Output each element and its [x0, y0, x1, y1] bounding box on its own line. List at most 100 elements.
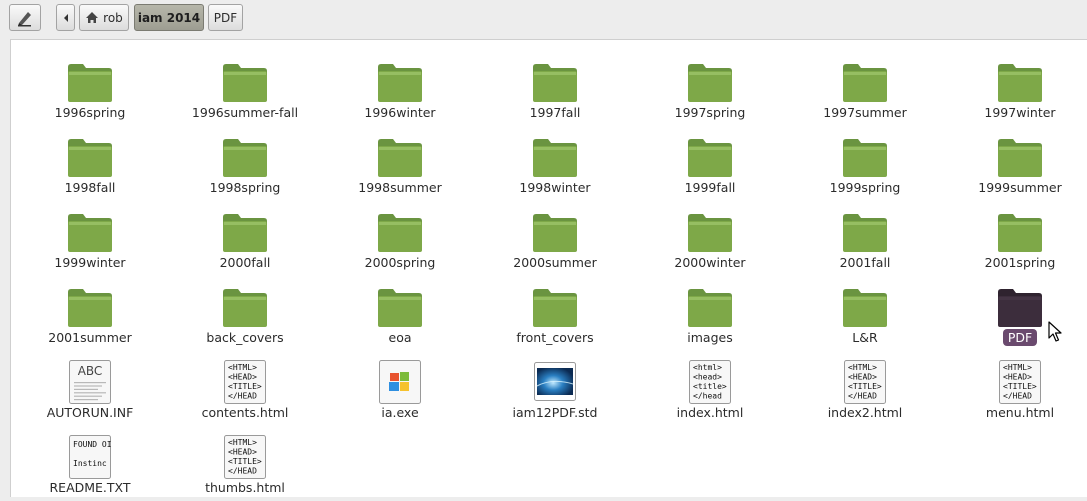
folder-item-1998spring[interactable]: 1998spring	[170, 129, 320, 201]
folder-item-1997spring[interactable]: 1997spring	[635, 54, 785, 126]
item-icon	[687, 210, 733, 254]
file-item-index2-html[interactable]: <HTML> <HEAD> <TITLE> </HEAD index2.html	[790, 354, 940, 426]
folder-item-1997winter[interactable]: 1997winter	[945, 54, 1087, 126]
file-item-iam12pdf-std[interactable]: iam12PDF.std	[480, 354, 630, 426]
item-icon	[67, 135, 113, 179]
item-label: 1997summer	[823, 105, 907, 120]
item-icon	[377, 60, 423, 104]
item-icon	[222, 135, 268, 179]
folder-item-1998fall[interactable]: 1998fall	[15, 129, 165, 201]
folder-item-2000summer[interactable]: 2000summer	[480, 204, 630, 276]
item-label: 1997spring	[674, 105, 746, 120]
item-label: 1997fall	[529, 105, 581, 120]
item-label: 1996spring	[54, 105, 126, 120]
svg-text:<HTML>: <HTML>	[228, 363, 257, 372]
folder-item-eoa[interactable]: eoa	[325, 279, 475, 351]
item-icon	[532, 360, 578, 404]
folder-item-1996summer-fall[interactable]: 1996summer-fall	[170, 54, 320, 126]
folder-item-1998summer[interactable]: 1998summer	[325, 129, 475, 201]
folder-item-2000spring[interactable]: 2000spring	[325, 204, 475, 276]
item-label: 1999fall	[684, 180, 736, 195]
item-label: menu.html	[985, 405, 1055, 420]
pencil-icon	[18, 11, 31, 26]
svg-text:<TITLE>: <TITLE>	[848, 382, 882, 391]
item-label: PDF	[945, 329, 1087, 346]
breadcrumb-rob[interactable]: rob	[79, 4, 129, 31]
item-icon: <HTML> <HEAD> <TITLE> </HEAD	[222, 360, 268, 404]
folder-icon	[68, 214, 112, 252]
item-icon	[687, 60, 733, 104]
item-icon	[997, 285, 1043, 329]
svg-text:<HEAD>: <HEAD>	[228, 373, 257, 382]
file-item-readme-txt[interactable]: FOUND OI Instinc README.TXT	[15, 429, 165, 501]
path-back-button[interactable]	[56, 4, 75, 31]
folder-item-pdf[interactable]: PDF	[945, 279, 1087, 351]
item-icon	[222, 285, 268, 329]
folder-item-2001spring[interactable]: 2001spring	[945, 204, 1087, 276]
folder-item-1999fall[interactable]: 1999fall	[635, 129, 785, 201]
left-arrow-icon	[63, 13, 68, 22]
svg-text:</head: </head	[693, 392, 722, 401]
folder-item-1999spring[interactable]: 1999spring	[790, 129, 940, 201]
item-icon	[842, 210, 888, 254]
item-icon	[67, 285, 113, 329]
folder-item-1996spring[interactable]: 1996spring	[15, 54, 165, 126]
breadcrumb-pdf[interactable]: PDF	[208, 4, 243, 31]
item-icon: <HTML> <HEAD> <TITLE> </HEAD	[222, 435, 268, 479]
folder-item-1996winter[interactable]: 1996winter	[325, 54, 475, 126]
item-icon	[842, 285, 888, 329]
folder-item-1999summer[interactable]: 1999summer	[945, 129, 1087, 201]
item-icon	[377, 285, 423, 329]
folder-item-l-r[interactable]: L&R	[790, 279, 940, 351]
item-label: AUTORUN.INF	[46, 405, 134, 420]
folder-icon	[68, 289, 112, 327]
folder-icon	[378, 214, 422, 252]
svg-text:</HEAD: </HEAD	[1003, 392, 1032, 401]
folder-item-1997fall[interactable]: 1997fall	[480, 54, 630, 126]
item-icon	[222, 210, 268, 254]
item-label: iam12PDF.std	[512, 405, 598, 420]
svg-text:<HEAD>: <HEAD>	[848, 373, 877, 382]
breadcrumb-iam-2014[interactable]: iam 2014	[134, 4, 204, 31]
folder-item-2000fall[interactable]: 2000fall	[170, 204, 320, 276]
file-item-menu-html[interactable]: <HTML> <HEAD> <TITLE> </HEAD menu.html	[945, 354, 1087, 426]
item-icon	[997, 135, 1043, 179]
item-label: thumbs.html	[205, 480, 285, 495]
svg-text:<TITLE>: <TITLE>	[228, 382, 262, 391]
item-icon: <HTML> <HEAD> <TITLE> </HEAD	[842, 360, 888, 404]
folder-item-images[interactable]: images	[635, 279, 785, 351]
folder-item-1997summer[interactable]: 1997summer	[790, 54, 940, 126]
file-item-thumbs-html[interactable]: <HTML> <HEAD> <TITLE> </HEAD thumbs.html	[170, 429, 320, 501]
folder-item-2000winter[interactable]: 2000winter	[635, 204, 785, 276]
windows-executable-icon	[379, 360, 421, 404]
file-item-index-html[interactable]: <html> <head> <title> </head index.html	[635, 354, 785, 426]
folder-icon	[688, 139, 732, 177]
item-icon	[532, 285, 578, 329]
file-view[interactable]: 1996spring 1996summer-fall 1996winter 1997f…	[10, 39, 1087, 497]
file-item-autorun-inf[interactable]: ABC AUTORUN.INF	[15, 354, 165, 426]
folder-icon	[998, 214, 1042, 252]
folder-icon	[378, 289, 422, 327]
folder-item-1999winter[interactable]: 1999winter	[15, 204, 165, 276]
folder-item-2001summer[interactable]: 2001summer	[15, 279, 165, 351]
svg-text:<TITLE>: <TITLE>	[1003, 382, 1037, 391]
folder-item-front-covers[interactable]: front_covers	[480, 279, 630, 351]
svg-text:<title>: <title>	[693, 382, 727, 391]
folder-item-1998winter[interactable]: 1998winter	[480, 129, 630, 201]
svg-text:<HEAD>: <HEAD>	[1003, 373, 1032, 382]
item-label: L&R	[852, 330, 878, 345]
folder-item-back-covers[interactable]: back_covers	[170, 279, 320, 351]
folder-item-2001fall[interactable]: 2001fall	[790, 204, 940, 276]
toolbar: rob iam 2014 PDF	[0, 0, 1087, 38]
svg-text:<HEAD>: <HEAD>	[228, 448, 257, 457]
folder-icon	[843, 289, 887, 327]
file-item-contents-html[interactable]: <HTML> <HEAD> <TITLE> </HEAD contents.html	[170, 354, 320, 426]
item-icon	[842, 60, 888, 104]
edit-location-button[interactable]	[9, 4, 41, 31]
item-label: 2000winter	[674, 255, 746, 270]
svg-text:<HTML>: <HTML>	[228, 438, 257, 447]
file-item-ia-exe[interactable]: ia.exe	[325, 354, 475, 426]
svg-text:FOUND OI: FOUND OI	[73, 440, 112, 449]
folder-icon	[688, 289, 732, 327]
item-label: 2001fall	[839, 255, 891, 270]
